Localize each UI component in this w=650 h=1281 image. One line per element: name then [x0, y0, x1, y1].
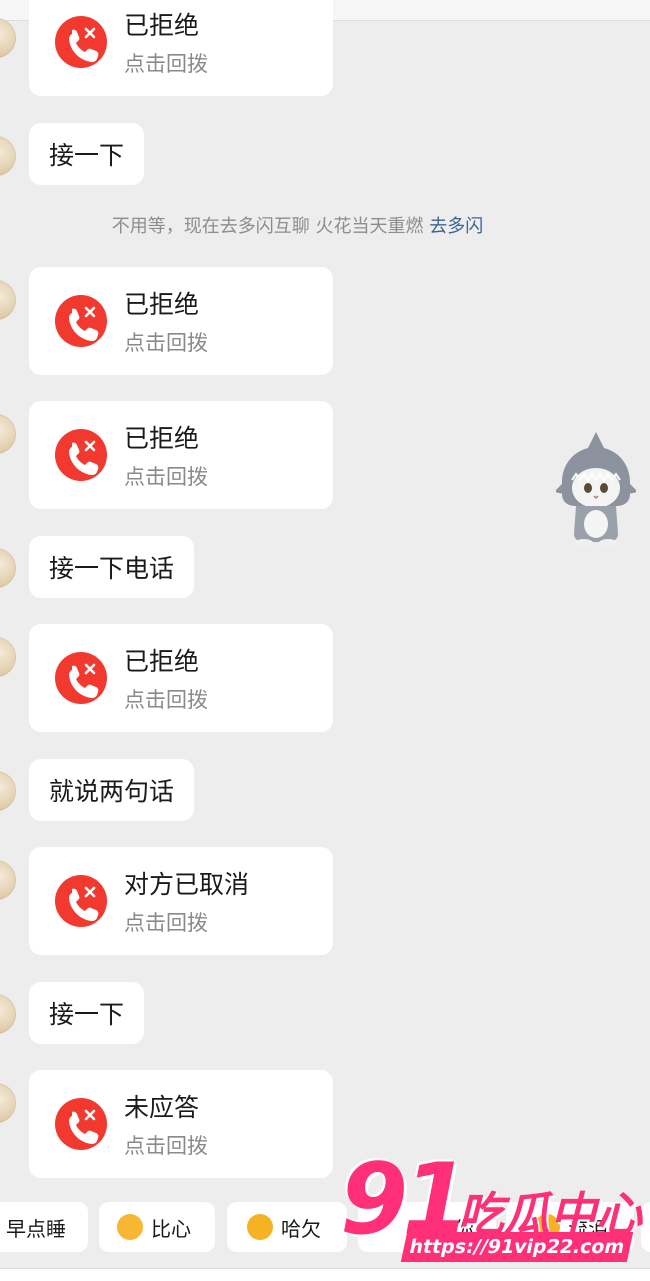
- message-text: 接一下: [49, 141, 125, 170]
- text-message-bubble[interactable]: 就说两句话: [29, 759, 195, 821]
- site-watermark: 91 吃瓜中心 https://91vip22.com: [340, 1150, 642, 1268]
- call-back-label: 点击回拨: [124, 331, 208, 355]
- call-record-bubble[interactable]: 已拒绝 点击回拨: [29, 624, 333, 732]
- sender-avatar[interactable]: [0, 18, 16, 58]
- text-message-bubble[interactable]: 接一下: [29, 982, 145, 1044]
- quick-reply-chip[interactable]: [641, 1202, 650, 1252]
- open-duoshan-link[interactable]: 去多闪: [429, 216, 483, 237]
- watermark-url: https://91vip22.com: [400, 1232, 634, 1262]
- sender-avatar[interactable]: [0, 1083, 16, 1123]
- missed-call-icon: [55, 1098, 107, 1150]
- call-back-label: 点击回拨: [124, 688, 208, 712]
- sender-avatar[interactable]: [0, 414, 16, 454]
- message-text: 就说两句话: [49, 777, 175, 806]
- quick-reply-label: 比心: [151, 1216, 191, 1241]
- call-status: 未应答: [124, 1093, 200, 1122]
- call-record-bubble[interactable]: 未应答 点击回拨: [29, 1070, 333, 1178]
- sender-avatar[interactable]: [0, 637, 16, 677]
- quick-reply-chip[interactable]: 早点睡: [0, 1202, 88, 1252]
- sender-avatar[interactable]: [0, 994, 16, 1034]
- quick-reply-label: 哈欠: [281, 1216, 321, 1241]
- call-status: 已拒绝: [124, 647, 200, 676]
- missed-call-icon: [55, 16, 107, 68]
- missed-call-icon: [55, 875, 107, 927]
- system-notice: 不用等，现在去多闪互聊 火花当天重燃 去多闪: [0, 212, 595, 238]
- quick-reply-label: 早点睡: [6, 1216, 66, 1241]
- call-status: 已拒绝: [124, 11, 200, 40]
- call-status: 已拒绝: [124, 424, 200, 453]
- system-notice-text: 不用等，现在去多闪互聊 火花当天重燃: [111, 216, 424, 237]
- call-back-label: 点击回拨: [124, 465, 208, 489]
- message-text: 接一下: [49, 1000, 125, 1029]
- call-status: 已拒绝: [124, 290, 200, 319]
- yawn-face-icon: [247, 1214, 273, 1240]
- sender-avatar[interactable]: [0, 280, 16, 320]
- call-status: 对方已取消: [124, 870, 250, 899]
- call-record-bubble[interactable]: 已拒绝 点击回拨: [29, 0, 333, 96]
- call-back-label: 点击回拨: [124, 52, 208, 76]
- sender-avatar[interactable]: [0, 860, 16, 900]
- missed-call-icon: [55, 652, 107, 704]
- call-record-bubble[interactable]: 已拒绝 点击回拨: [29, 401, 333, 509]
- missed-call-icon: [55, 295, 107, 347]
- sender-avatar[interactable]: [0, 771, 16, 811]
- shark-cat-sticker[interactable]: [554, 430, 638, 548]
- missed-call-icon: [55, 429, 107, 481]
- sender-avatar[interactable]: [0, 136, 16, 176]
- quick-reply-chip[interactable]: 哈欠: [227, 1202, 347, 1252]
- quick-reply-chip[interactable]: 比心: [99, 1202, 215, 1252]
- call-back-label: 点击回拨: [124, 911, 208, 935]
- sender-avatar[interactable]: [0, 548, 16, 588]
- call-record-bubble[interactable]: 已拒绝 点击回拨: [29, 267, 333, 375]
- text-message-bubble[interactable]: 接一下: [29, 123, 145, 185]
- duck-heart-icon: [117, 1214, 143, 1240]
- text-message-bubble[interactable]: 接一下电话: [29, 536, 195, 598]
- message-input-area[interactable]: [0, 1268, 650, 1281]
- message-text: 接一下电话: [49, 554, 175, 583]
- call-record-bubble[interactable]: 对方已取消 点击回拨: [29, 847, 333, 955]
- call-back-label: 点击回拨: [124, 1134, 208, 1158]
